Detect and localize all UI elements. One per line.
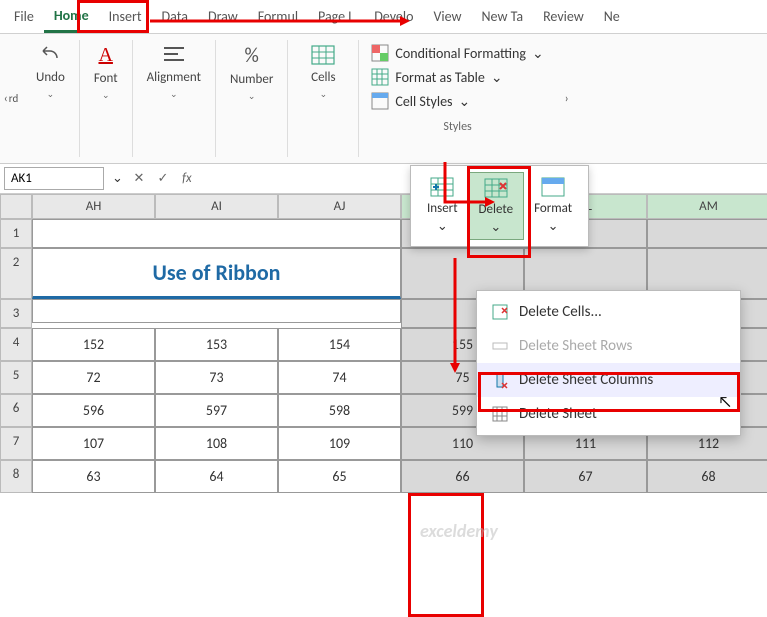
cell[interactable]: 65 <box>278 460 401 493</box>
font-label: Font <box>94 71 118 86</box>
cell[interactable] <box>32 299 401 323</box>
format-button[interactable]: Format⌄ <box>524 172 582 240</box>
watermark: exceldemy <box>420 520 498 542</box>
ribbon-scroll-left[interactable]: ‹rd <box>0 40 22 157</box>
cell[interactable]: 107 <box>32 427 155 460</box>
delete-button[interactable]: Delete⌄ <box>468 172 525 240</box>
cell[interactable]: 74 <box>278 361 401 394</box>
cell[interactable]: 152 <box>32 328 155 361</box>
tab-view[interactable]: View <box>423 2 471 31</box>
format-as-table-button[interactable]: Format as Table⌄ <box>371 68 502 86</box>
delete-menu: Delete Cells... Delete Sheet Rows Delete… <box>476 290 741 436</box>
row-header[interactable]: 7 <box>0 427 32 460</box>
cell-styles-icon <box>371 92 389 110</box>
cell[interactable]: 64 <box>155 460 278 493</box>
font-icon: A <box>98 44 112 67</box>
row-header[interactable]: 5 <box>0 361 32 394</box>
insert-icon <box>429 176 455 198</box>
menu-delete-sheet[interactable]: Delete Sheet <box>477 397 740 431</box>
number-label: Number <box>230 72 273 87</box>
select-all-corner[interactable] <box>0 194 32 219</box>
cell[interactable]: 63 <box>32 460 155 493</box>
tab-developer[interactable]: Develo <box>364 2 423 31</box>
cell[interactable]: 73 <box>155 361 278 394</box>
cell[interactable]: 153 <box>155 328 278 361</box>
col-header[interactable]: AJ <box>278 194 401 219</box>
percent-icon: % <box>245 44 259 68</box>
alignment-label: Alignment <box>147 70 201 85</box>
row-header[interactable]: 1 <box>0 219 32 248</box>
ribbon-scroll-right[interactable]: › <box>556 40 578 157</box>
col-header[interactable]: AI <box>155 194 278 219</box>
formula-bar: ⌄ ✕ ✓ fx <box>0 164 767 194</box>
title-cell[interactable]: Use of Ribbon <box>32 248 401 299</box>
row-header[interactable]: 2 <box>0 248 32 299</box>
col-header[interactable]: AH <box>32 194 155 219</box>
tab-new-tab[interactable]: New Ta <box>472 2 534 31</box>
cell[interactable]: 66 <box>401 460 524 493</box>
alignment-button[interactable]: Alignment ⌄ <box>147 44 201 100</box>
fx-button[interactable]: fx <box>175 171 199 186</box>
name-box-chevron[interactable]: ⌄ <box>108 171 127 186</box>
tab-insert[interactable]: Insert <box>99 2 152 31</box>
conditional-formatting-button[interactable]: Conditional Formatting⌄ <box>371 44 543 62</box>
delete-columns-icon <box>491 371 509 389</box>
cell-styles-button[interactable]: Cell Styles⌄ <box>371 92 470 110</box>
cell[interactable]: 109 <box>278 427 401 460</box>
row-header[interactable]: 3 <box>0 299 32 328</box>
cancel-formula-button[interactable]: ✕ <box>127 171 151 186</box>
insert-button[interactable]: Insert⌄ <box>417 172 468 240</box>
delete-sheet-icon <box>491 405 509 423</box>
undo-label: Undo <box>36 70 65 85</box>
tab-draw[interactable]: Draw <box>198 2 248 31</box>
conditional-formatting-icon <box>371 44 389 62</box>
tab-page-layout[interactable]: Page L <box>308 2 364 31</box>
cell[interactable]: 72 <box>32 361 155 394</box>
cell[interactable]: 598 <box>278 394 401 427</box>
cell[interactable]: 108 <box>155 427 278 460</box>
cell[interactable]: 154 <box>278 328 401 361</box>
cells-button[interactable]: Cells ⌄ <box>310 44 336 100</box>
cursor-icon: ↖ <box>718 393 732 412</box>
menu-delete-columns[interactable]: Delete Sheet Columns <box>477 363 740 397</box>
delete-icon <box>483 177 509 199</box>
annotation-box <box>408 493 484 617</box>
col-header[interactable]: AM <box>647 194 767 219</box>
tab-review[interactable]: Review <box>533 2 594 31</box>
cells-icon <box>310 44 336 66</box>
tab-formulas[interactable]: Formul <box>248 2 308 31</box>
delete-cells-icon <box>491 303 509 321</box>
cell[interactable]: 68 <box>647 460 767 493</box>
styles-group: Conditional Formatting⌄ Format as Table⌄… <box>359 40 555 157</box>
number-button[interactable]: % Number ⌄ <box>230 44 273 102</box>
tab-file[interactable]: File <box>4 2 44 31</box>
row-header[interactable]: 8 <box>0 460 32 493</box>
format-as-table-icon <box>371 68 389 86</box>
format-icon <box>540 176 566 198</box>
menu-delete-cells[interactable]: Delete Cells... <box>477 295 740 329</box>
row-header[interactable]: 4 <box>0 328 32 361</box>
tab-data[interactable]: Data <box>152 2 198 31</box>
undo-button[interactable]: Undo ⌄ <box>36 44 65 100</box>
confirm-formula-button[interactable]: ✓ <box>151 171 175 186</box>
styles-caption: Styles <box>371 120 543 134</box>
tab-home[interactable]: Home <box>44 1 99 33</box>
font-button[interactable]: A Font ⌄ <box>94 44 118 101</box>
ribbon: ‹rd Undo ⌄ A Font ⌄ Alignment ⌄ % Number… <box>0 34 767 164</box>
alignment-icon <box>161 44 187 66</box>
row-header[interactable]: 6 <box>0 394 32 427</box>
tab-next[interactable]: Ne <box>594 2 630 31</box>
cell[interactable]: 597 <box>155 394 278 427</box>
cell[interactable] <box>32 219 401 248</box>
cell[interactable]: 596 <box>32 394 155 427</box>
cells-label: Cells <box>311 70 335 85</box>
name-box[interactable] <box>4 167 104 190</box>
cells-dropdown: Insert⌄ Delete⌄ Format⌄ <box>410 165 589 247</box>
ribbon-tabs: File Home Insert Data Draw Formul Page L… <box>0 0 767 34</box>
undo-icon <box>37 44 63 66</box>
menu-delete-rows: Delete Sheet Rows <box>477 329 740 363</box>
delete-rows-icon <box>491 337 509 355</box>
cell[interactable] <box>647 219 767 248</box>
cell[interactable]: 67 <box>524 460 647 493</box>
